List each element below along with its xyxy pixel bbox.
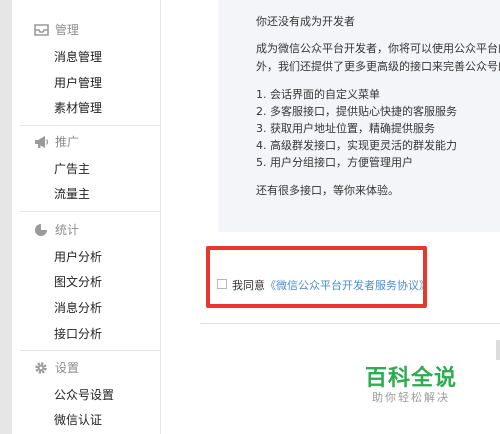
watermark-title: 百科全说	[365, 366, 458, 391]
sidebar-item-wechat-verify[interactable]: 微信认证	[54, 411, 102, 428]
left-edge-strip	[0, 0, 12, 434]
feature-list-item: 5. 用户分组接口，方便管理用户	[256, 156, 413, 169]
sidebar-item-message-manage[interactable]: 消息管理	[54, 48, 102, 65]
feature-list-item: 3. 获取用户地址位置，精确提供服务	[256, 122, 435, 135]
sidebar-item-material-manage[interactable]: 素材管理	[54, 99, 102, 116]
watermark-subtitle: 助你轻松解决	[372, 391, 450, 404]
sidebar-item-user-analysis[interactable]: 用户分析	[54, 248, 102, 265]
sidebar-item-advertiser[interactable]: 广告主	[54, 160, 90, 177]
feature-list-item: 4. 高级群发接口，实现更灵活的群发能力	[256, 139, 457, 152]
sidebar: 管理 消息管理 用户管理 素材管理 推广 广告主 流量主 统计 用户分析 图文分…	[12, 0, 161, 434]
intro-text-line: 成为微信公众平台开发者，你将可以使用公众平台的	[256, 42, 500, 55]
pie-chart-icon	[35, 224, 47, 236]
right-edge-element	[496, 340, 500, 360]
section-title-stats: 统计	[55, 223, 80, 237]
section-title-manage: 管理	[55, 23, 80, 37]
gear-icon	[35, 362, 47, 374]
highlight-box	[206, 246, 427, 308]
section-header-promote: 推广	[12, 131, 160, 153]
section-title-promote: 推广	[55, 135, 80, 149]
section-title-settings: 设置	[55, 361, 80, 375]
megaphone-icon	[35, 136, 49, 148]
section-header-settings: 设置	[12, 357, 160, 379]
sidebar-item-article-analysis[interactable]: 图文分析	[54, 273, 102, 290]
sidebar-item-api-analysis[interactable]: 接口分析	[54, 325, 102, 342]
sidebar-item-message-analysis[interactable]: 消息分析	[54, 299, 102, 316]
developer-intro-card: 你还没有成为开发者 成为微信公众平台开发者，你将可以使用公众平台的 外，我们还提…	[218, 0, 500, 232]
section-header-manage: 管理	[12, 19, 160, 41]
intro-heading: 你还没有成为开发者	[256, 15, 355, 28]
sidebar-item-traffic-owner[interactable]: 流量主	[54, 185, 90, 202]
intro-text-line: 外，我们还提供了更多更高级的接口来完善公众号的	[256, 60, 500, 73]
inbox-icon	[34, 24, 49, 36]
section-header-stats: 统计	[12, 219, 160, 241]
sidebar-divider	[20, 211, 160, 212]
sidebar-divider	[20, 125, 160, 126]
footer-note: 还有很多接口，等你来体验。	[256, 184, 399, 197]
sidebar-item-account-settings[interactable]: 公众号设置	[54, 386, 114, 403]
sidebar-divider	[20, 350, 160, 351]
feature-list-item: 1. 会话界面的自定义菜单	[256, 88, 380, 101]
feature-list-item: 2. 多客服接口，提供贴心快捷的客服服务	[256, 105, 457, 118]
sidebar-item-user-manage[interactable]: 用户管理	[54, 74, 102, 91]
content-divider	[200, 323, 500, 324]
